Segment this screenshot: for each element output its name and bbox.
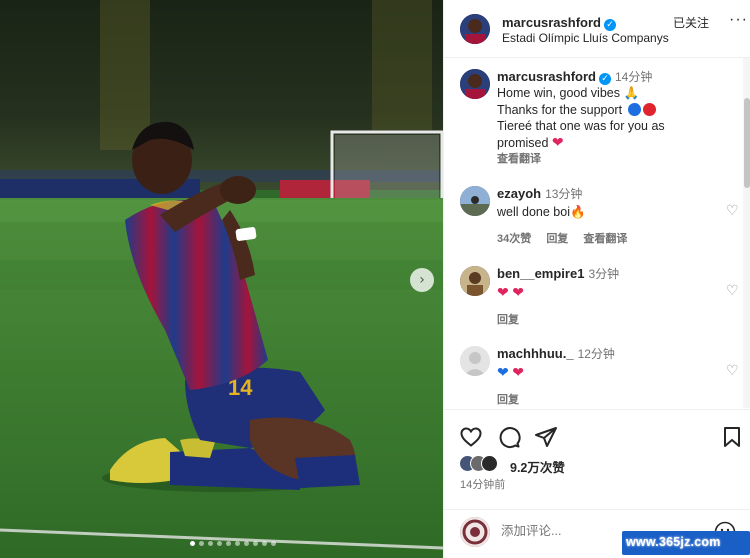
red-heart-emoji-icon: ❤ xyxy=(512,284,524,301)
red-circle-emoji-icon xyxy=(642,102,656,116)
comments-scrollbar[interactable] xyxy=(743,58,750,408)
bookmark-icon[interactable] xyxy=(720,425,744,449)
carousel-dot xyxy=(190,541,195,546)
author-avatar-image xyxy=(460,14,490,44)
commenter-username[interactable]: ben__empire1 xyxy=(497,266,584,281)
caption-username[interactable]: marcusrashford xyxy=(497,69,596,84)
commenter-avatar[interactable] xyxy=(460,346,490,376)
scrollbar-thumb[interactable] xyxy=(744,98,750,188)
carousel-dot xyxy=(235,541,240,546)
post-actions: 9.2万次赞 14分钟前 xyxy=(444,409,750,509)
reply-button[interactable]: 回复 xyxy=(497,394,519,406)
carousel-dot xyxy=(253,541,258,546)
commenter-username[interactable]: ezayoh xyxy=(497,186,541,201)
current-user-avatar-image xyxy=(460,517,490,547)
comment-bubble-icon[interactable] xyxy=(497,425,521,449)
post-photo: 14 › xyxy=(0,0,443,558)
blue-circle-emoji-icon xyxy=(627,102,641,116)
see-translation-link[interactable]: 查看翻译 xyxy=(497,153,541,165)
comment-likes-count[interactable]: 34次赞 xyxy=(497,233,531,245)
commenter-avatar-image xyxy=(460,266,490,296)
carousel-dot xyxy=(217,541,222,546)
comment-time: 3分钟 xyxy=(588,267,620,281)
carousel-dot xyxy=(262,541,267,546)
comment-like-heart-icon[interactable]: ♡ xyxy=(726,282,739,299)
posted-time[interactable]: 14分钟前 xyxy=(460,476,505,492)
carousel-next-button[interactable]: › xyxy=(410,268,434,292)
comment-like-heart-icon[interactable]: ♡ xyxy=(726,362,739,379)
likes-count[interactable]: 9.2万次赞 xyxy=(510,457,565,476)
see-translation-link[interactable]: 查看翻译 xyxy=(583,233,627,245)
author-avatar[interactable] xyxy=(460,14,490,44)
chevron-right-icon: › xyxy=(419,272,425,288)
author-avatar-image xyxy=(460,69,490,99)
caption-line: Home win, good vibes xyxy=(497,86,620,101)
photo-illustration: 14 xyxy=(0,0,443,558)
more-options-icon[interactable]: ··· xyxy=(729,11,748,29)
fire-emoji-icon: 🔥 xyxy=(569,205,586,220)
commenter-avatar[interactable] xyxy=(460,186,490,216)
carousel-dot xyxy=(208,541,213,546)
comments-list[interactable]: marcusrashford ✓ 14分钟 Home win, good vibes… xyxy=(444,58,744,408)
carousel-dot xyxy=(226,541,231,546)
liker-avatars[interactable] xyxy=(459,455,498,472)
reply-button[interactable]: 回复 xyxy=(497,314,519,326)
caption-line: promised xyxy=(497,136,549,151)
paper-plane-icon[interactable] xyxy=(534,425,558,449)
comment-text: well done boi xyxy=(497,205,570,220)
author-username[interactable]: marcusrashford xyxy=(502,15,601,30)
commenter-avatar-image xyxy=(460,186,490,216)
blue-heart-emoji-icon: ❤ xyxy=(497,364,509,381)
author-avatar[interactable] xyxy=(460,69,490,99)
verified-badge-icon: ✓ xyxy=(603,19,616,31)
caption-line: Tiereé that one was for you as xyxy=(497,118,665,133)
reply-button[interactable]: 回复 xyxy=(546,233,568,245)
comment-like-heart-icon[interactable]: ♡ xyxy=(726,202,739,219)
carousel-dot xyxy=(199,541,204,546)
default-avatar-icon xyxy=(460,346,490,376)
site-watermark: www.365jz.com xyxy=(626,535,721,549)
praying-hands-emoji-icon: 🙏 xyxy=(623,86,640,101)
caption-line: Thanks for the support xyxy=(497,102,623,117)
like-heart-icon[interactable] xyxy=(459,425,483,449)
carousel-dot xyxy=(244,541,249,546)
verified-badge-icon: ✓ xyxy=(598,73,611,85)
carousel-dots xyxy=(190,541,276,546)
current-user-avatar[interactable] xyxy=(460,517,490,547)
post-side-panel: marcusrashford ✓ Estadi Olímpic Lluís Com… xyxy=(443,0,750,558)
comment-time: 12分钟 xyxy=(577,347,615,361)
liker-avatar xyxy=(481,455,498,472)
commenter-username[interactable]: machhhuu._ xyxy=(497,346,574,361)
red-heart-emoji-icon: ❤ xyxy=(512,364,524,381)
carousel-dot xyxy=(271,541,276,546)
following-button[interactable]: 已关注 xyxy=(673,14,709,31)
commenter-avatar[interactable] xyxy=(460,266,490,296)
post-header: marcusrashford ✓ Estadi Olímpic Lluís Com… xyxy=(444,0,750,58)
post-location[interactable]: Estadi Olímpic Lluís Companys xyxy=(502,31,669,45)
caption-time: 14分钟 xyxy=(614,70,653,84)
red-heart-emoji-icon: ❤ xyxy=(497,284,509,301)
comment-time: 13分钟 xyxy=(545,187,583,201)
red-heart-emoji-icon: ❤ xyxy=(551,134,564,151)
